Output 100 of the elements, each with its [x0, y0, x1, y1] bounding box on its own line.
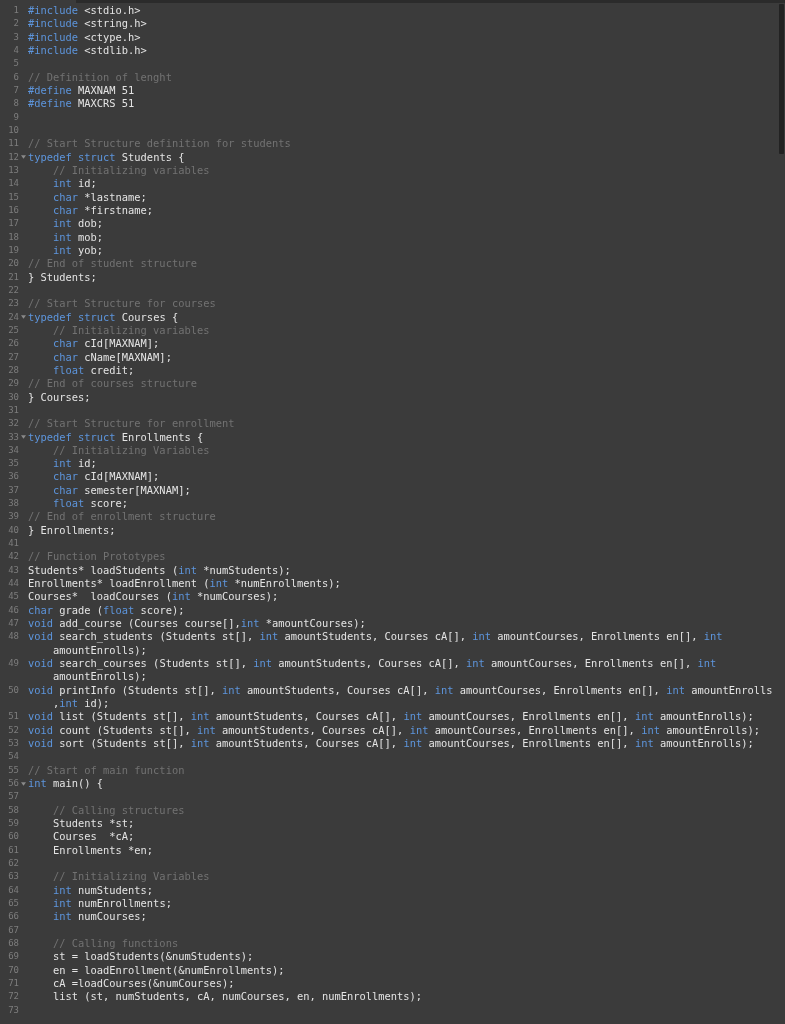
line-number: 34 — [7, 443, 19, 457]
line-number: 21 — [7, 270, 19, 284]
line-number: 32 — [7, 417, 19, 431]
code-line: Enrollments* loadEnrollment (int *numEnrollments); — [28, 577, 341, 591]
line-number: 28 — [7, 363, 19, 377]
code-line: int main() { — [28, 777, 104, 791]
line-number: 53 — [7, 737, 19, 751]
fold-arrow-icon[interactable] — [21, 781, 26, 786]
code-line: float credit; — [52, 363, 135, 378]
line-number: 22 — [7, 283, 19, 297]
line-number: 50 — [7, 683, 19, 697]
code-line: list (st, numStudents, cA, numCourses, en, numEnrollments); — [52, 990, 423, 1004]
code-line: Courses* loadCourses (int *numCourses); — [28, 590, 279, 604]
line-number: 68 — [7, 936, 19, 950]
code-line: void search_students (Students st[], int amountStudents, Courses cA[], int amountCourses, Enrollments en[], int amountEnrolls); — [28, 630, 723, 658]
line-number: 63 — [7, 870, 19, 884]
line-number: 44 — [7, 577, 19, 591]
code-line: int numCourses; — [52, 910, 147, 924]
code-line: } Enrollments; — [28, 523, 116, 538]
line-number: 42 — [7, 550, 19, 564]
line-number: 9 — [12, 110, 19, 124]
line-number: 24 — [7, 310, 19, 324]
code-line: st = loadStudents(&numStudents); — [52, 950, 254, 964]
code-line: void search_courses (Students st[], int amountStudents, Courses cA[], int amountCourses, Enrollments en[], int amountEnrolls); — [28, 657, 717, 684]
line-number: 37 — [7, 483, 19, 497]
code-line: char *lastname; — [52, 190, 147, 204]
code-line: #include <ctype.h> — [28, 30, 141, 44]
line-number: 55 — [7, 763, 19, 777]
line-number: 30 — [7, 390, 19, 404]
line-number: 71 — [7, 976, 19, 990]
line-number: 62 — [7, 857, 19, 870]
line-number: 10 — [7, 123, 19, 137]
line-number: 11 — [7, 137, 19, 151]
line-number: 27 — [7, 350, 19, 364]
line-number: 54 — [7, 750, 19, 764]
code-line: void printInfo (Students st[], int amountStudents, Courses cA[], int amountCourses, Enrollments en[], int amountEnrolls ,int id); — [28, 683, 773, 711]
code-line: char grade (float score); — [28, 603, 185, 618]
line-number: 1 — [12, 4, 19, 17]
code-line: int yob; — [52, 243, 104, 258]
line-number: 5 — [12, 57, 19, 71]
fold-arrow-icon[interactable] — [21, 155, 26, 160]
code-line: int mob; — [52, 230, 104, 244]
line-number: 64 — [7, 883, 19, 897]
line-number: 47 — [7, 617, 19, 631]
code-line: void add_course (Courses course[],int *amountCourses); — [28, 617, 366, 631]
line-number: 39 — [7, 510, 19, 524]
code-line: int id; — [52, 457, 97, 471]
line-number: 8 — [12, 97, 19, 111]
line-number: 69 — [7, 950, 19, 964]
line-number: 67 — [7, 923, 19, 937]
line-number: 17 — [7, 217, 19, 231]
code-line: #include <stdlib.h> — [28, 44, 147, 58]
line-number: 45 — [7, 590, 19, 604]
line-number: 18 — [7, 230, 19, 244]
code-line: Students *st; — [52, 817, 135, 831]
code-line: char semester[MAXNAM]; — [52, 483, 191, 498]
code-line: typedef struct Courses { — [28, 310, 179, 324]
line-number: 57 — [7, 790, 19, 804]
code-line: int id; — [52, 177, 97, 191]
code-line: #define MAXCRS 51 — [28, 97, 135, 111]
line-number: 33 — [7, 430, 19, 444]
line-number: 13 — [7, 163, 19, 177]
line-number: 29 — [7, 377, 19, 391]
code-line: char cName[MAXNAM]; — [52, 350, 172, 364]
line-number: 16 — [7, 203, 19, 217]
line-number: 56 — [7, 777, 19, 791]
line-number: 66 — [7, 910, 19, 924]
line-number: 25 — [7, 323, 19, 337]
code-line: cA =loadCourses(&numCourses); — [52, 976, 235, 991]
fold-arrow-icon[interactable] — [21, 435, 26, 440]
line-number: 70 — [7, 963, 19, 977]
code-line: void sort (Students st[], int amountStudents, Courses cA[], int amountCourses, Enrollments en[], int amountEnrolls); — [28, 737, 754, 751]
code-line: typedef struct Enrollments { — [28, 430, 204, 444]
code-line: typedef struct Students { — [28, 150, 185, 164]
line-number: 19 — [7, 243, 19, 257]
line-number: 15 — [7, 190, 19, 204]
code-line: int numEnrollments; — [52, 897, 172, 911]
scrollbar-thumb[interactable] — [779, 4, 784, 154]
code-line: int dob; — [52, 217, 104, 231]
code-line: void count (Students st[], int amountStudents, Courses cA[], int amountCourses, Enrollments en[], int amountEnrolls); — [28, 723, 760, 738]
line-number: 46 — [7, 603, 19, 617]
line-number: 51 — [7, 710, 19, 724]
code-line: Students* loadStudents (int *numStudents); — [28, 563, 291, 578]
line-number: 59 — [7, 817, 19, 830]
code-line: char *firstname; — [52, 203, 154, 218]
line-number: 3 — [12, 30, 19, 44]
line-number: 26 — [7, 337, 19, 351]
line-number: 61 — [7, 843, 19, 857]
fold-arrow-icon[interactable] — [21, 315, 26, 320]
code-line: en = loadEnrollment(&numEnrollments); — [52, 963, 285, 977]
line-number: 52 — [7, 723, 19, 737]
line-number: 49 — [7, 657, 19, 671]
code-line: } Students; — [28, 270, 97, 284]
code-line: Enrollments *en; — [52, 843, 154, 857]
line-number: 58 — [7, 803, 19, 817]
line-number: 35 — [7, 457, 19, 471]
code-line: float score; — [52, 497, 129, 511]
line-number: 36 — [7, 470, 19, 484]
line-number: 7 — [12, 83, 19, 97]
code-line: #include <string.h> — [28, 17, 147, 31]
